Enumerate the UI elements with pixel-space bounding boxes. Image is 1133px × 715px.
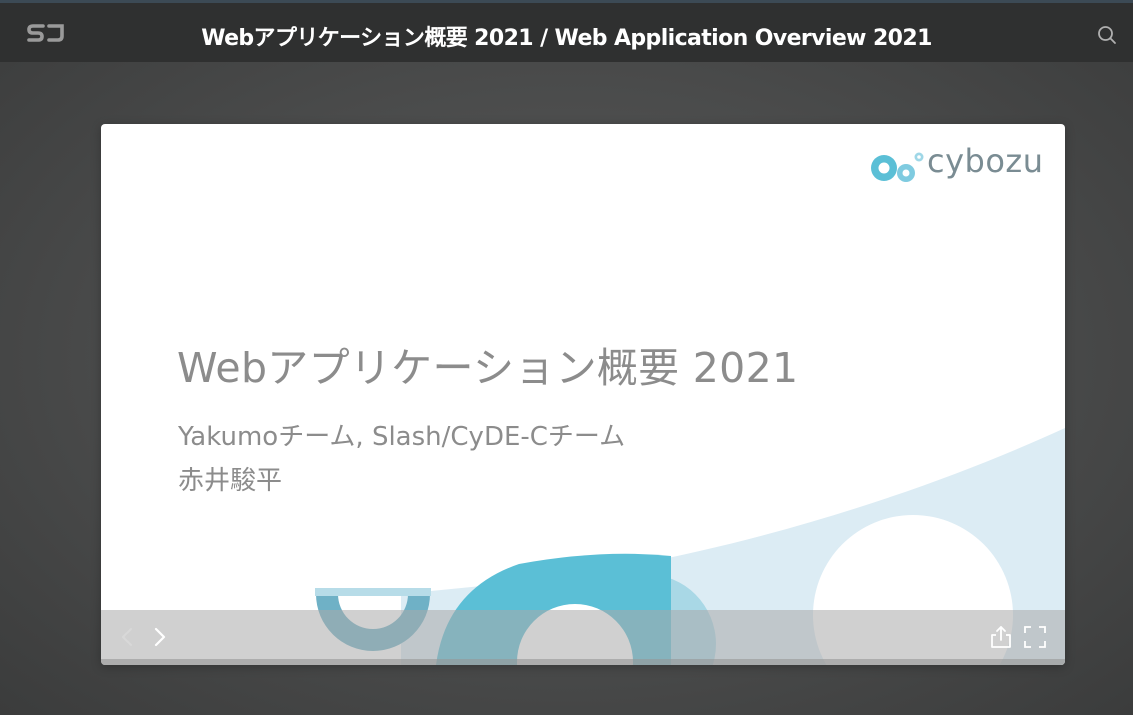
slide-author: 赤井駿平 (178, 466, 283, 496)
slide-background-graphic (315, 428, 1065, 665)
fullscreen-icon[interactable] (1022, 624, 1048, 650)
slide-progress-bar[interactable] (101, 659, 1065, 665)
slide-viewer[interactable]: cybozu Webアプリケーション概要 2021 Yakumoチーム, Sla… (101, 124, 1065, 665)
slide-controls-bar (101, 610, 1065, 665)
chevron-left-icon[interactable] (115, 624, 141, 650)
page-title: Webアプリケーション概要 2021 / Web Application Ove… (201, 26, 932, 51)
chevron-right-icon[interactable] (147, 624, 173, 650)
share-icon[interactable] (988, 624, 1014, 650)
brand-name: cybozu (927, 142, 1044, 180)
search-icon[interactable] (1096, 24, 1118, 46)
top-bar: Webアプリケーション概要 2021 / Web Application Ove… (0, 0, 1133, 62)
slide-subtitle: Yakumoチーム, Slash/CyDE-Cチーム (178, 422, 626, 452)
slide-title: Webアプリケーション概要 2021 (177, 344, 799, 392)
